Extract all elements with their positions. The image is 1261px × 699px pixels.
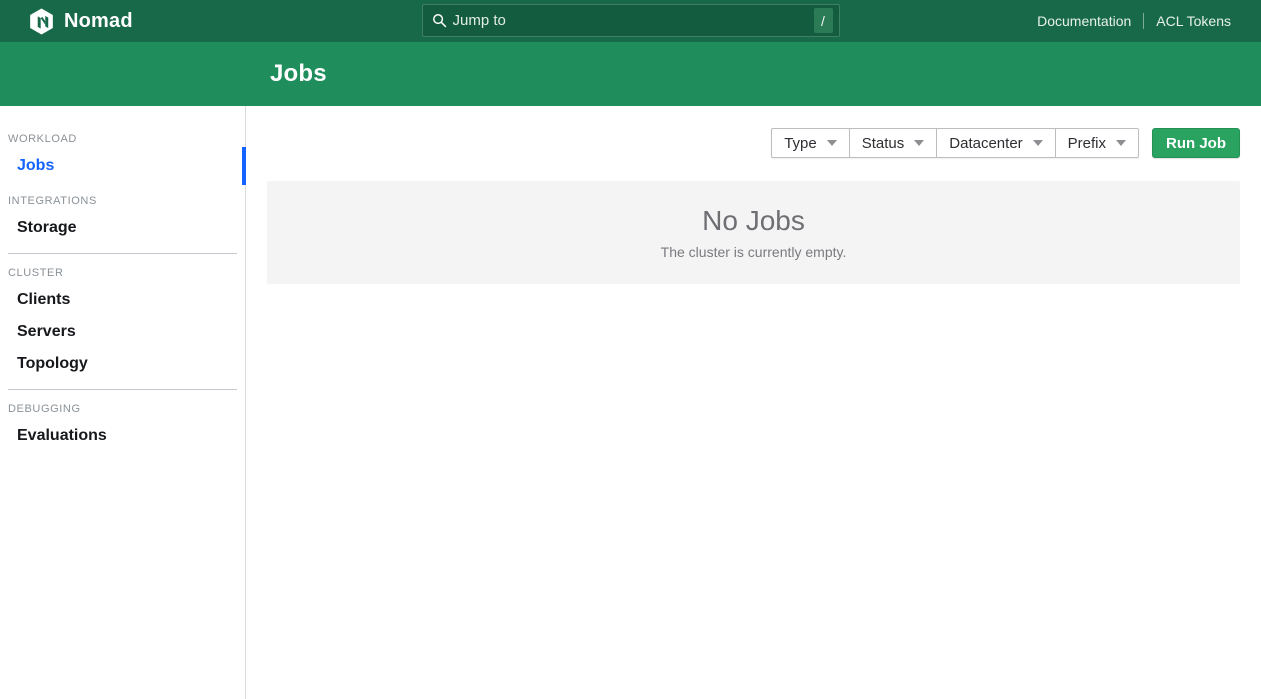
jobs-toolbar: Type Status Datacenter Prefix Run Job (267, 128, 1240, 158)
empty-state-panel: No Jobs The cluster is currently empty. (267, 181, 1240, 284)
status-filter-dropdown[interactable]: Status (850, 128, 938, 158)
chevron-down-icon (1033, 140, 1043, 146)
search-icon (432, 13, 447, 28)
topbar-links: Documentation ACL Tokens (1037, 13, 1231, 29)
run-job-button[interactable]: Run Job (1152, 128, 1240, 158)
brand-name: Nomad (64, 10, 133, 33)
page-title: Jobs (270, 60, 327, 88)
chevron-down-icon (1116, 140, 1126, 146)
nomad-logo-icon (28, 8, 55, 35)
sidebar-section-cluster: CLUSTER (8, 266, 237, 280)
empty-state-title: No Jobs (702, 205, 805, 237)
content-layout: WORKLOAD Jobs INTEGRATIONS Storage CLUST… (0, 106, 1261, 699)
type-filter-dropdown[interactable]: Type (771, 128, 850, 158)
sidebar-item-evaluations[interactable]: Evaluations (0, 420, 245, 452)
datacenter-filter-label: Datacenter (949, 135, 1022, 152)
documentation-link[interactable]: Documentation (1037, 13, 1131, 29)
sidebar-item-storage[interactable]: Storage (0, 212, 245, 244)
sidebar-item-clients[interactable]: Clients (0, 284, 245, 316)
empty-state-message: The cluster is currently empty. (661, 244, 847, 260)
sidebar-section-debugging: DEBUGGING (8, 402, 237, 416)
sidebar-section-integrations: INTEGRATIONS (8, 194, 237, 208)
sidebar-item-topology[interactable]: Topology (0, 348, 245, 380)
status-filter-label: Status (862, 135, 905, 152)
prefix-filter-dropdown[interactable]: Prefix (1056, 128, 1139, 158)
nomad-home-link[interactable]: Nomad (28, 8, 133, 35)
type-filter-label: Type (784, 135, 817, 152)
top-navigation-bar: Nomad / Documentation ACL Tokens (0, 0, 1261, 42)
chevron-down-icon (827, 140, 837, 146)
link-separator (1143, 13, 1144, 29)
search-input[interactable] (453, 12, 814, 29)
acl-tokens-link[interactable]: ACL Tokens (1156, 13, 1231, 29)
chevron-down-icon (914, 140, 924, 146)
sidebar: WORKLOAD Jobs INTEGRATIONS Storage CLUST… (0, 106, 246, 699)
prefix-filter-label: Prefix (1068, 135, 1106, 152)
sidebar-section-workload: WORKLOAD (8, 132, 237, 146)
sidebar-divider (8, 389, 237, 390)
datacenter-filter-dropdown[interactable]: Datacenter (937, 128, 1055, 158)
sidebar-item-jobs[interactable]: Jobs (0, 150, 245, 182)
slash-shortcut-key-hint: / (814, 8, 833, 33)
main-content: Type Status Datacenter Prefix Run Job (246, 106, 1261, 699)
jump-to-search[interactable]: / (422, 4, 840, 37)
page-header: Jobs (0, 42, 1261, 106)
filter-button-group: Type Status Datacenter Prefix (771, 128, 1139, 158)
sidebar-divider (8, 253, 237, 254)
sidebar-item-servers[interactable]: Servers (0, 316, 245, 348)
